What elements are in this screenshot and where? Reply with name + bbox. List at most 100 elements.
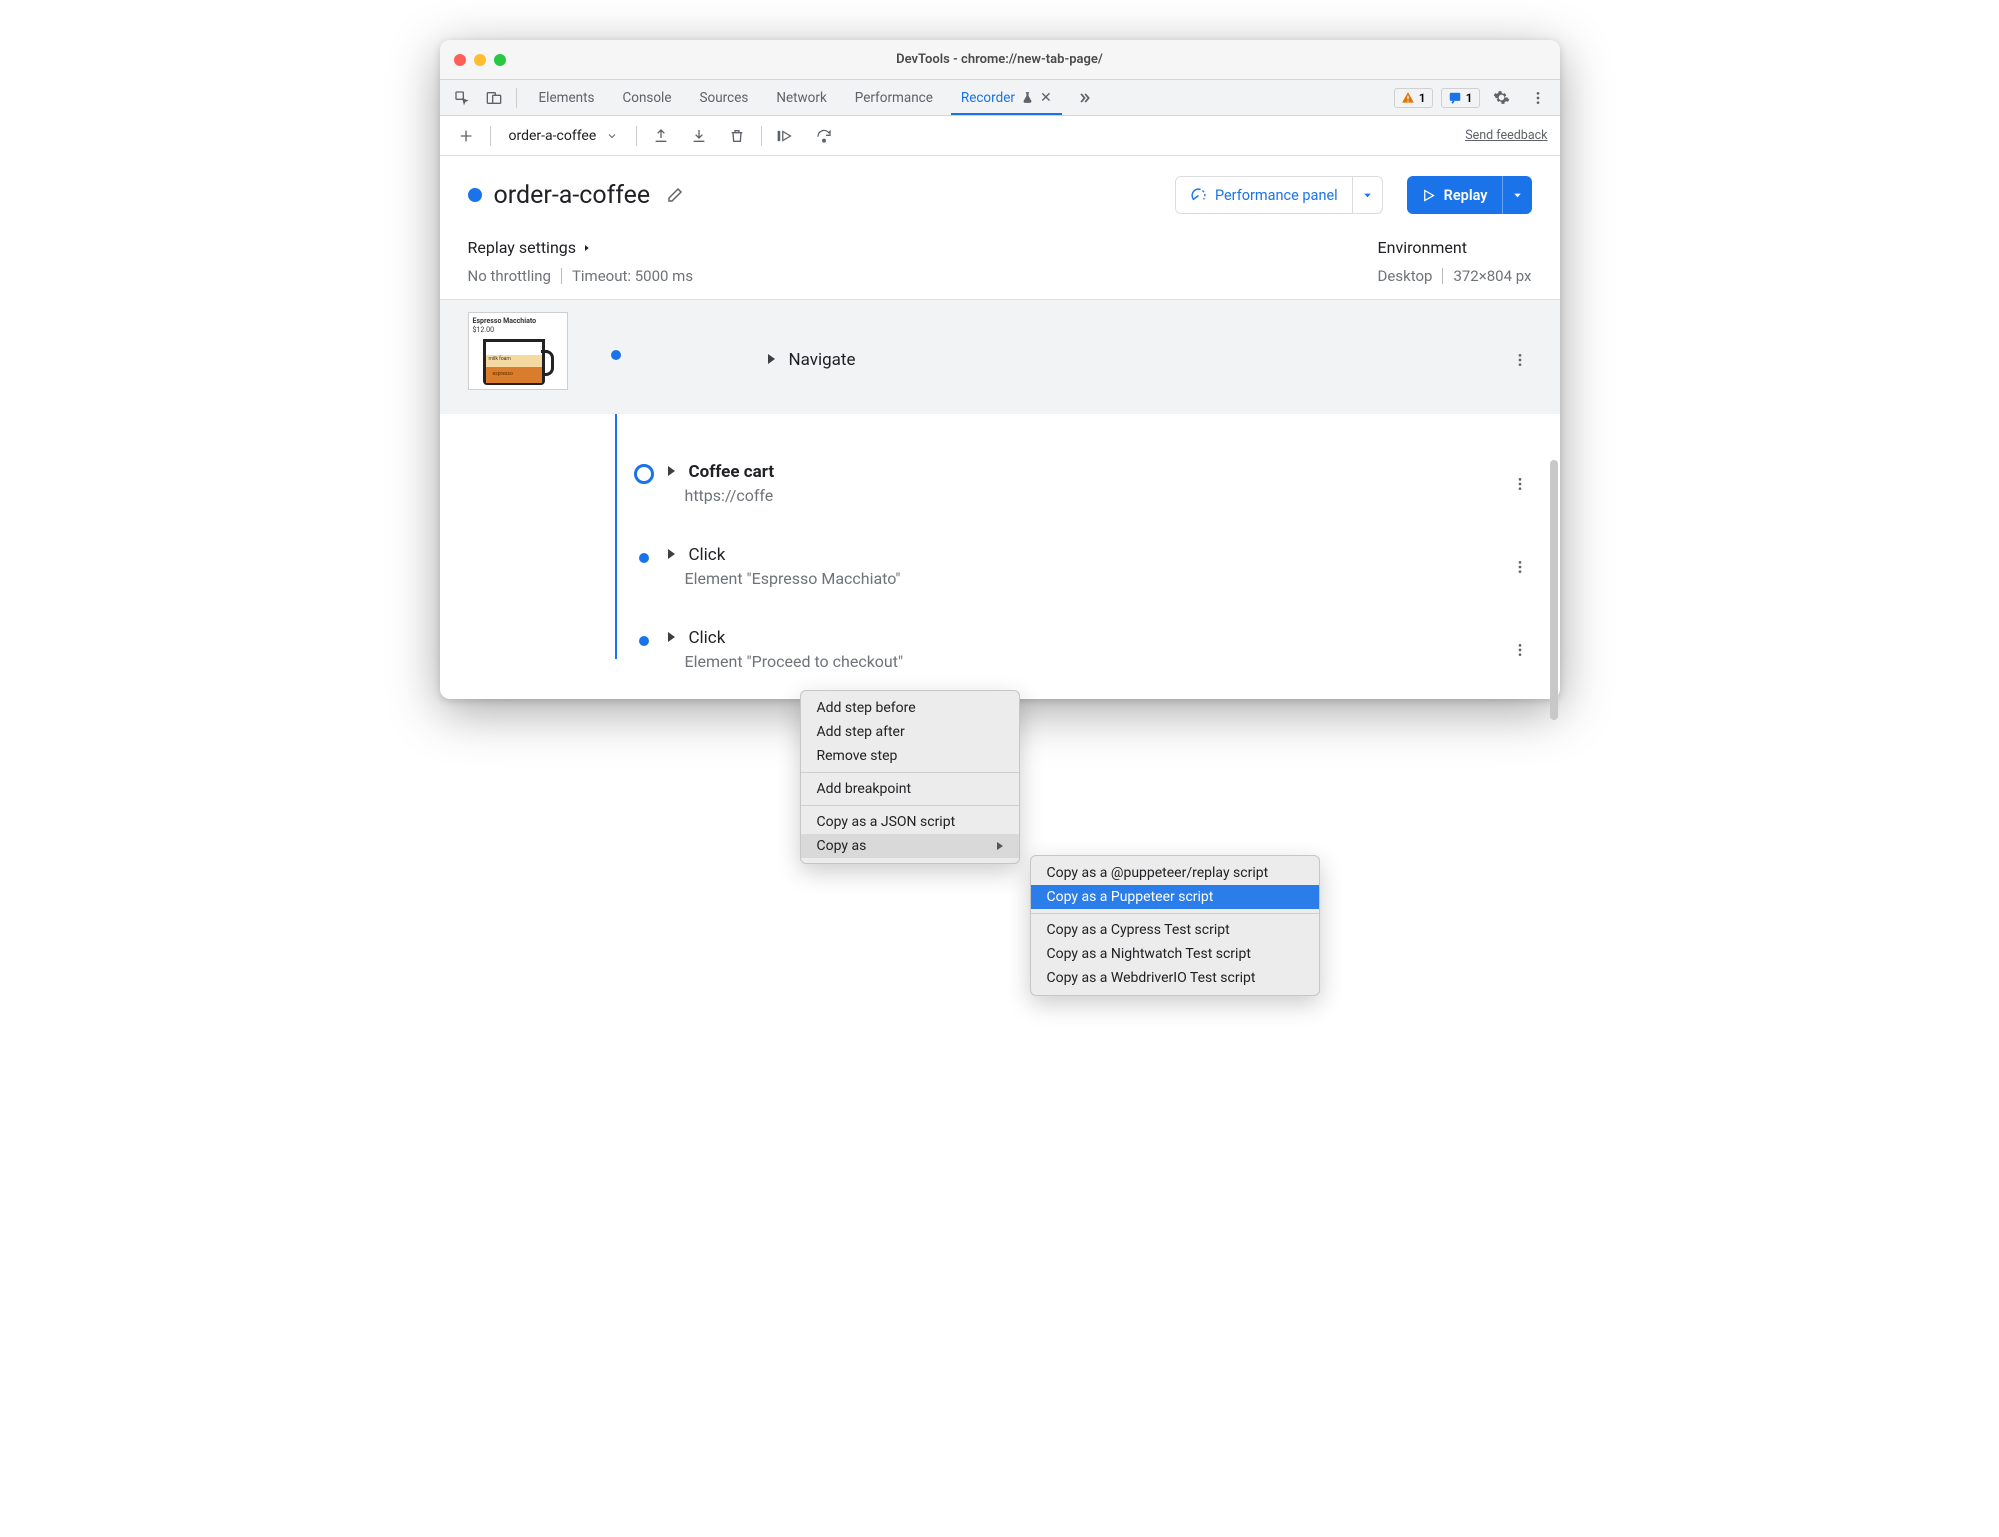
warnings-count: 1 [1419, 91, 1426, 105]
step-context-menu: Add step before Add step after Remove st… [800, 690, 1020, 864]
minimize-window-button[interactable] [474, 54, 486, 66]
recording-title: order-a-coffee [494, 181, 651, 210]
submenu-caret-icon [997, 842, 1003, 850]
tab-recorder[interactable]: Recorder ✕ [947, 80, 1066, 115]
step-kebab-icon[interactable] [1508, 348, 1532, 372]
step-title: Click [688, 628, 725, 648]
maximize-window-button[interactable] [494, 54, 506, 66]
step-kebab-icon[interactable] [1508, 638, 1532, 662]
play-icon [1421, 188, 1436, 203]
menu-copy-puppeteer-replay[interactable]: Copy as a @puppeteer/replay script [1031, 861, 1319, 885]
devtools-tabstrip: Elements Console Sources Network Perform… [440, 80, 1560, 116]
tab-network[interactable]: Network [762, 80, 840, 115]
titlebar: DevTools - chrome://new-tab-page/ [440, 40, 1560, 80]
separator [516, 88, 517, 108]
thumb-title: Espresso Macchiato [473, 317, 537, 325]
menu-copy-as[interactable]: Copy as [801, 834, 1019, 858]
step-subtitle: https://coffe [685, 486, 1508, 505]
menu-copy-cypress[interactable]: Copy as a Cypress Test script [1031, 918, 1319, 942]
copy-as-submenu: Copy as a @puppeteer/replay script Copy … [1030, 855, 1320, 996]
scrollbar[interactable] [1550, 460, 1558, 720]
close-window-button[interactable] [454, 54, 466, 66]
devtools-window: DevTools - chrome://new-tab-page/ Elemen… [440, 40, 1560, 699]
menu-remove-step[interactable]: Remove step [801, 744, 1019, 768]
step-subtitle: Element "Espresso Macchiato" [685, 569, 1508, 588]
step-row-coffee-cart[interactable]: Coffee cart https://coffe [468, 414, 1532, 505]
tab-console[interactable]: Console [608, 80, 685, 115]
export-icon[interactable] [647, 122, 675, 150]
step-kebab-icon[interactable] [1508, 555, 1532, 579]
recorder-settings: Replay settings No throttling Timeout: 5… [440, 238, 1560, 300]
recording-select[interactable]: order-a-coffee [501, 122, 627, 150]
inspect-element-icon[interactable] [448, 84, 476, 112]
expand-step-icon[interactable] [668, 466, 675, 476]
traffic-lights [454, 54, 506, 66]
separator [761, 126, 762, 146]
delete-icon[interactable] [723, 122, 751, 150]
menu-divider [801, 805, 1019, 806]
expand-step-icon[interactable] [768, 354, 775, 364]
menu-copy-json[interactable]: Copy as a JSON script [801, 810, 1019, 834]
step-subtitle: Element "Proceed to checkout" [685, 652, 1508, 671]
performance-panel-button[interactable]: Performance panel [1175, 176, 1383, 214]
timeline-node [639, 553, 649, 563]
step-kebab-icon[interactable] [1508, 472, 1532, 496]
chevron-right-icon [582, 242, 591, 254]
issues-count: 1 [1466, 91, 1473, 105]
thumb-price: $12.00 [473, 326, 495, 334]
performance-dropdown-icon[interactable] [1352, 177, 1382, 213]
menu-copy-puppeteer[interactable]: Copy as a Puppeteer script [1031, 885, 1319, 909]
step-over-icon[interactable] [810, 122, 838, 150]
close-tab-icon[interactable]: ✕ [1040, 90, 1052, 106]
replay-button-label: Replay [1444, 187, 1488, 204]
timeline-node [611, 350, 621, 360]
recorder-timeline: Espresso Macchiato $12.00 milk foam espr… [440, 300, 1560, 699]
timeline-node-current [634, 464, 654, 484]
device-toolbar-icon[interactable] [480, 84, 508, 112]
expand-step-icon[interactable] [668, 632, 675, 642]
step-play-icon[interactable] [772, 122, 800, 150]
menu-divider [1031, 913, 1319, 914]
step-title: Coffee cart [688, 462, 774, 482]
kebab-menu-icon[interactable] [1524, 84, 1552, 112]
new-recording-icon[interactable] [452, 122, 480, 150]
menu-add-step-after[interactable]: Add step after [801, 720, 1019, 744]
replay-dropdown-icon[interactable] [1502, 176, 1532, 214]
menu-copy-webdriverio[interactable]: Copy as a WebdriverIO Test script [1031, 966, 1319, 990]
more-tabs-icon[interactable] [1070, 84, 1098, 112]
recording-status-dot [468, 188, 482, 202]
tab-performance[interactable]: Performance [841, 80, 947, 115]
recorder-toolbar: order-a-coffee Send feedback [440, 116, 1560, 156]
gear-icon[interactable] [1488, 84, 1516, 112]
tab-sources[interactable]: Sources [686, 80, 763, 115]
separator [1442, 268, 1443, 284]
warnings-badge[interactable]: 1 [1394, 88, 1433, 108]
gauge-icon [1190, 187, 1207, 204]
selected-recording-label: order-a-coffee [509, 128, 597, 144]
step-row-click-checkout[interactable]: Click Element "Proceed to checkout" [468, 588, 1532, 671]
menu-copy-nightwatch[interactable]: Copy as a Nightwatch Test script [1031, 942, 1319, 966]
import-icon[interactable] [685, 122, 713, 150]
env-dimensions: 372×804 px [1453, 267, 1531, 285]
chevron-down-icon [606, 130, 618, 142]
timeout-value: Timeout: 5000 ms [572, 267, 693, 285]
issues-badge[interactable]: 1 [1441, 88, 1480, 108]
env-device: Desktop [1378, 267, 1433, 285]
replay-button[interactable]: Replay [1407, 176, 1532, 214]
menu-add-step-before[interactable]: Add step before [801, 696, 1019, 720]
step-row-click-espresso[interactable]: Click Element "Espresso Macchiato" [468, 505, 1532, 588]
tab-elements[interactable]: Elements [525, 80, 609, 115]
menu-add-breakpoint[interactable]: Add breakpoint [801, 777, 1019, 801]
step-row-navigate[interactable]: Espresso Macchiato $12.00 milk foam espr… [440, 300, 1560, 414]
environment-heading: Environment [1378, 238, 1532, 257]
replay-settings-heading[interactable]: Replay settings [468, 238, 694, 257]
tab-recorder-label: Recorder [961, 90, 1015, 106]
expand-step-icon[interactable] [668, 549, 675, 559]
edit-title-icon[interactable] [666, 186, 684, 204]
menu-divider [801, 772, 1019, 773]
timeline-node [639, 636, 649, 646]
send-feedback-link[interactable]: Send feedback [1465, 128, 1547, 143]
step-title: Click [688, 545, 725, 565]
window-title: DevTools - chrome://new-tab-page/ [440, 52, 1560, 67]
separator [490, 126, 491, 146]
